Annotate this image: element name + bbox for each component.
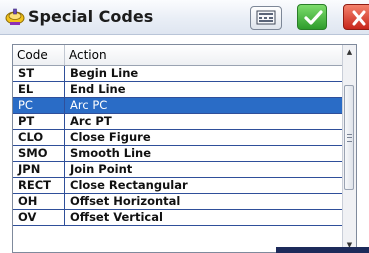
title-bar: Special Codes: [0, 0, 369, 35]
cell-code: PC: [13, 98, 65, 113]
column-header-code[interactable]: Code: [13, 45, 65, 65]
cell-code: EL: [13, 82, 65, 97]
table-row[interactable]: CLO Close Figure: [13, 130, 344, 146]
cell-code: OH: [13, 194, 65, 209]
cell-action: Close Figure: [70, 130, 151, 144]
scrollbar-thumb[interactable]: [344, 85, 354, 190]
column-header-action[interactable]: Action: [65, 45, 344, 65]
checkmark-icon: [304, 10, 323, 25]
table-row[interactable]: SMO Smooth Line: [13, 146, 344, 162]
cell-action: Offset Horizontal: [70, 194, 181, 208]
keyboard-button[interactable]: [250, 6, 282, 30]
table-row[interactable]: JPN Join Point: [13, 162, 344, 178]
cell-code: PT: [13, 114, 65, 129]
close-button[interactable]: [343, 4, 369, 30]
cell-code: RECT: [13, 178, 65, 193]
cell-code: JPN: [13, 162, 65, 177]
cell-action: Join Point: [70, 162, 133, 176]
cell-action: Offset Vertical: [70, 210, 163, 224]
table-row[interactable]: EL End Line: [13, 82, 344, 98]
cell-code: OV: [13, 210, 65, 225]
cell-code: CLO: [13, 130, 65, 145]
scroll-up-button[interactable]: ▲: [343, 45, 356, 59]
cell-code: SMO: [13, 146, 65, 161]
table-header: Code Action: [13, 45, 344, 66]
ok-button[interactable]: [297, 4, 327, 30]
cell-action: Arc PT: [70, 114, 112, 128]
vertical-scrollbar[interactable]: ▲ ▼: [342, 45, 356, 252]
window-title: Special Codes: [28, 7, 154, 26]
cell-action: Smooth Line: [70, 146, 152, 160]
cell-action: Begin Line: [70, 66, 139, 80]
codes-table[interactable]: Code Action ST Begin Line EL End Line PC…: [12, 44, 357, 253]
background-edge: [276, 247, 369, 253]
keyboard-icon: [256, 10, 276, 25]
scrollbar-grip-icon: [347, 134, 352, 142]
table-row-selected[interactable]: PC Arc PC: [13, 98, 344, 114]
close-icon: [352, 10, 366, 26]
table-row[interactable]: RECT Close Rectangular: [13, 178, 344, 194]
table-row[interactable]: ST Begin Line: [13, 66, 344, 82]
survey-app-icon: [4, 6, 26, 28]
cell-action: Close Rectangular: [70, 178, 188, 192]
table-row[interactable]: OV Offset Vertical: [13, 210, 344, 226]
table-row[interactable]: OH Offset Horizontal: [13, 194, 344, 210]
special-codes-window: Special Codes Code Action ST Begin Line …: [0, 0, 369, 253]
cell-action: End Line: [70, 82, 126, 96]
table-rows: ST Begin Line EL End Line PC Arc PC PT A…: [13, 66, 344, 226]
cell-code: ST: [13, 66, 65, 81]
cell-action: Arc PC: [70, 98, 108, 112]
table-row[interactable]: PT Arc PT: [13, 114, 344, 130]
